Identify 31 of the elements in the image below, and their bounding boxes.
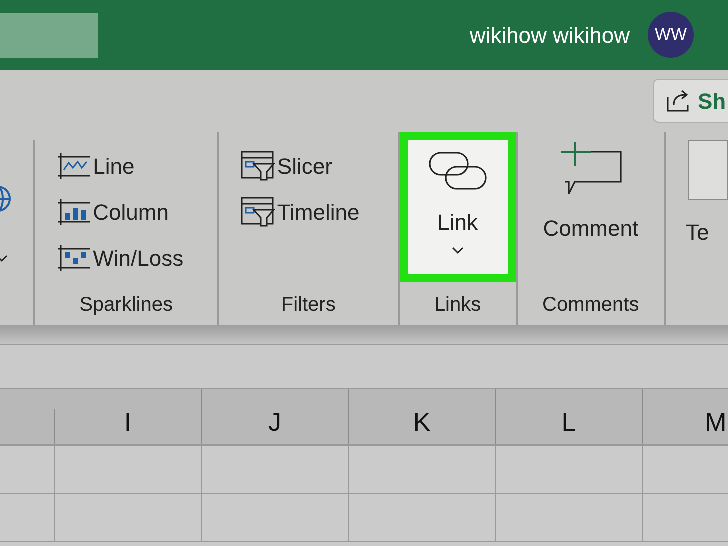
group-label: Links	[433, 293, 482, 318]
share-button[interactable]: Sh	[653, 79, 728, 123]
sparkline-icon	[57, 198, 92, 226]
share-icon	[666, 89, 692, 113]
sparkline-icon	[57, 152, 92, 180]
ribbon-button[interactable]: Win/Loss	[57, 240, 218, 276]
chain-link-icon	[428, 150, 488, 192]
ribbon-button[interactable]: Timeline	[241, 194, 398, 230]
ribbon-button[interactable]: Line	[57, 148, 218, 184]
filter-table-icon	[241, 196, 276, 228]
search-field[interactable]	[0, 12, 98, 58]
column-header[interactable]: I	[55, 389, 202, 444]
user-name: wikihow wikihow	[470, 22, 630, 50]
ribbon-large-button[interactable]: Comment	[520, 132, 661, 282]
filter-table-icon	[241, 150, 276, 182]
ribbon-large-button[interactable]: Link	[400, 132, 516, 282]
column-header[interactable]: L	[496, 389, 643, 444]
group-label: Filters	[280, 293, 337, 318]
sparkline-icon	[57, 244, 92, 272]
button-frame-icon	[688, 140, 728, 200]
column-header[interactable]: K	[349, 389, 496, 444]
ribbon-large-button[interactable]: Te	[688, 140, 728, 250]
globe-icon	[0, 185, 12, 213]
group-label: Sparklines	[78, 293, 174, 318]
group-label: Comments	[542, 293, 640, 318]
caret-icon	[0, 255, 8, 263]
column-header[interactable]: J	[202, 389, 349, 444]
ribbon-button[interactable]: Column	[57, 194, 218, 230]
column-header[interactable]: M	[643, 389, 728, 444]
user-avatar[interactable]: WW	[648, 12, 694, 58]
ribbon-button[interactable]: Slicer	[241, 148, 398, 184]
